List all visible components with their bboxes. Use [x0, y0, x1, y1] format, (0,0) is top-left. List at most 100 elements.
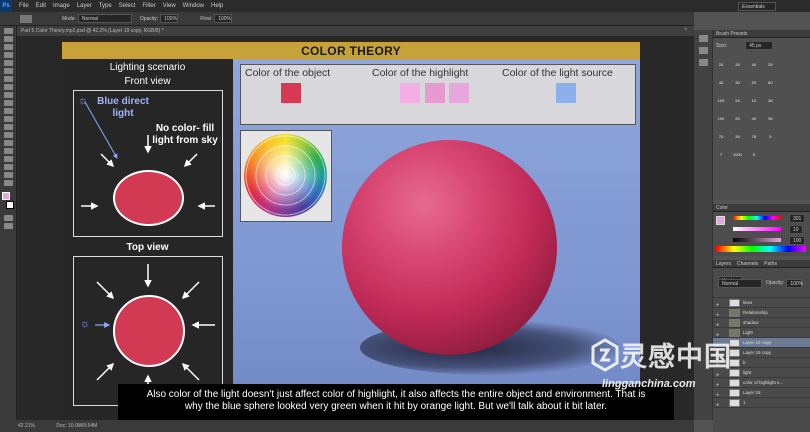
history-brush-tool-icon[interactable] — [4, 100, 13, 106]
quick-mask-icon[interactable] — [4, 215, 13, 221]
menu-select[interactable]: Select — [119, 3, 136, 9]
saturation-input[interactable]: 19 — [789, 225, 803, 234]
zoom-tool-icon[interactable] — [4, 180, 13, 186]
menu-edit[interactable]: Edit — [36, 3, 46, 9]
hue-input[interactable]: 301 — [789, 214, 806, 223]
brush-preset[interactable]: 28 — [732, 60, 742, 70]
layers-tab-bar: Layers Channels Paths — [713, 260, 810, 268]
menu-file[interactable]: File — [19, 3, 29, 9]
brush-preset[interactable]: 9 — [765, 132, 775, 142]
menu-filter[interactable]: Filter — [142, 3, 155, 9]
zoom-level[interactable]: 42.21% — [18, 423, 35, 429]
menu-type[interactable]: Type — [99, 3, 112, 9]
menu-bar: Ps File Edit Image Layer Type Select Fil… — [0, 0, 810, 12]
color-fg-swatch[interactable] — [716, 216, 725, 225]
blend-row: Normal Opacity: 100% — [713, 278, 810, 288]
properties-icon[interactable] — [699, 47, 708, 54]
hue-slider[interactable] — [733, 216, 781, 220]
menu-window[interactable]: Window — [183, 3, 204, 9]
history-icon[interactable] — [699, 35, 708, 42]
object-color-label: Color of the object — [245, 67, 331, 79]
brush-preset[interactable]: 100 — [716, 96, 726, 106]
brightness-input[interactable]: 100 — [789, 236, 806, 245]
brush-preset[interactable]: 39 — [732, 132, 742, 142]
brush-preset[interactable]: 7 — [716, 150, 726, 160]
layer-name: shadow — [743, 320, 759, 325]
quick-select-tool-icon[interactable] — [4, 52, 13, 58]
tab-paths[interactable]: Paths — [764, 260, 777, 267]
brush-presets-tab[interactable]: Brush Presets — [713, 30, 810, 38]
object-color-swatch — [281, 83, 301, 103]
shape-tool-icon[interactable] — [4, 164, 13, 170]
brightness-slider[interactable] — [733, 238, 781, 242]
stamp-tool-icon[interactable] — [4, 92, 13, 98]
screen-mode-icon[interactable] — [4, 223, 13, 229]
color-wheel — [244, 134, 327, 217]
layer-row[interactable]: ● lines — [713, 298, 810, 308]
brush-preset[interactable]: 40 — [716, 78, 726, 88]
document-tab[interactable]: Part 5 Color Theory.mp1.psd @ 42.2% (Lay… — [17, 26, 694, 36]
workspace-select[interactable]: Essentials — [738, 1, 776, 11]
brush-preset[interactable]: 40 — [749, 114, 759, 124]
brush-preset[interactable]: 36 — [765, 114, 775, 124]
menu-view[interactable]: View — [163, 3, 176, 9]
healing-tool-icon[interactable] — [4, 76, 13, 82]
type-tool-icon[interactable] — [4, 148, 13, 154]
menu-layer[interactable]: Layer — [77, 3, 92, 9]
background-color-swatch[interactable] — [6, 201, 14, 209]
layer-name: Relationship — [743, 310, 768, 315]
dodge-tool-icon[interactable] — [4, 132, 13, 138]
mode-select[interactable]: Normal — [77, 14, 132, 23]
brush-preset[interactable]: 10 — [749, 96, 759, 106]
character-icon[interactable] — [699, 59, 708, 66]
path-select-tool-icon[interactable] — [4, 156, 13, 162]
brush-preset[interactable]: 40 — [749, 60, 759, 70]
brush-preset[interactable]: 192 — [716, 114, 726, 124]
menu-image[interactable]: Image — [53, 3, 70, 9]
blur-tool-icon[interactable] — [4, 124, 13, 130]
move-tool-icon[interactable] — [4, 28, 13, 34]
layer-opacity-input[interactable]: 100% — [786, 278, 803, 288]
flow-input[interactable]: 100% — [214, 14, 233, 23]
brush-preset[interactable]: 1000 — [732, 150, 742, 160]
crop-tool-icon[interactable] — [4, 60, 13, 66]
brush-preset[interactable]: 70 — [716, 132, 726, 142]
brush-preset[interactable]: 5 — [749, 150, 759, 160]
size-input[interactable]: 45 px — [745, 41, 774, 50]
hand-tool-icon[interactable] — [4, 172, 13, 178]
eyedropper-tool-icon[interactable] — [4, 68, 13, 74]
watermark-text: 灵感中国 — [620, 342, 732, 372]
gradient-tool-icon[interactable] — [4, 116, 13, 122]
brush-preset[interactable]: 25 — [732, 114, 742, 124]
blend-mode-select[interactable]: Normal — [718, 278, 762, 288]
pen-tool-icon[interactable] — [4, 140, 13, 146]
lasso-tool-icon[interactable] — [4, 44, 13, 50]
brush-preset[interactable]: 24 — [732, 96, 742, 106]
layer-row[interactable]: ● Relationship — [713, 308, 810, 318]
brush-preset[interactable]: 30 — [732, 78, 742, 88]
lighting-scenario-heading: Lighting scenario — [109, 62, 186, 73]
brush-preset[interactable]: 78 — [749, 132, 759, 142]
brush-preset[interactable]: 20 — [749, 78, 759, 88]
watermark: 灵感中国 lingganchina.com — [590, 335, 780, 405]
saturation-slider[interactable] — [733, 227, 781, 231]
color-tab[interactable]: Color — [713, 204, 810, 212]
brush-preset[interactable]: 36 — [765, 96, 775, 106]
brush-preset[interactable]: 25 — [765, 60, 775, 70]
color-ramp[interactable] — [716, 246, 806, 252]
menu-help[interactable]: Help — [211, 3, 223, 9]
highlight-swatch-3 — [449, 83, 469, 103]
tab-channels[interactable]: Channels — [737, 260, 758, 267]
close-doc-icon[interactable]: × — [684, 27, 688, 33]
tab-layers[interactable]: Layers — [716, 260, 731, 267]
foreground-color-swatch[interactable] — [2, 192, 10, 200]
brush-tool-icon[interactable] — [4, 84, 13, 90]
opacity-input[interactable]: 100% — [160, 14, 179, 23]
brush-preset[interactable]: 60 — [765, 78, 775, 88]
marquee-tool-icon[interactable] — [4, 36, 13, 42]
eraser-tool-icon[interactable] — [4, 108, 13, 114]
layer-row[interactable]: ● shadow — [713, 318, 810, 328]
highlight-swatch-2 — [425, 83, 445, 103]
brush-preset-icon[interactable] — [20, 14, 32, 23]
brush-preset[interactable]: 20 — [716, 60, 726, 70]
